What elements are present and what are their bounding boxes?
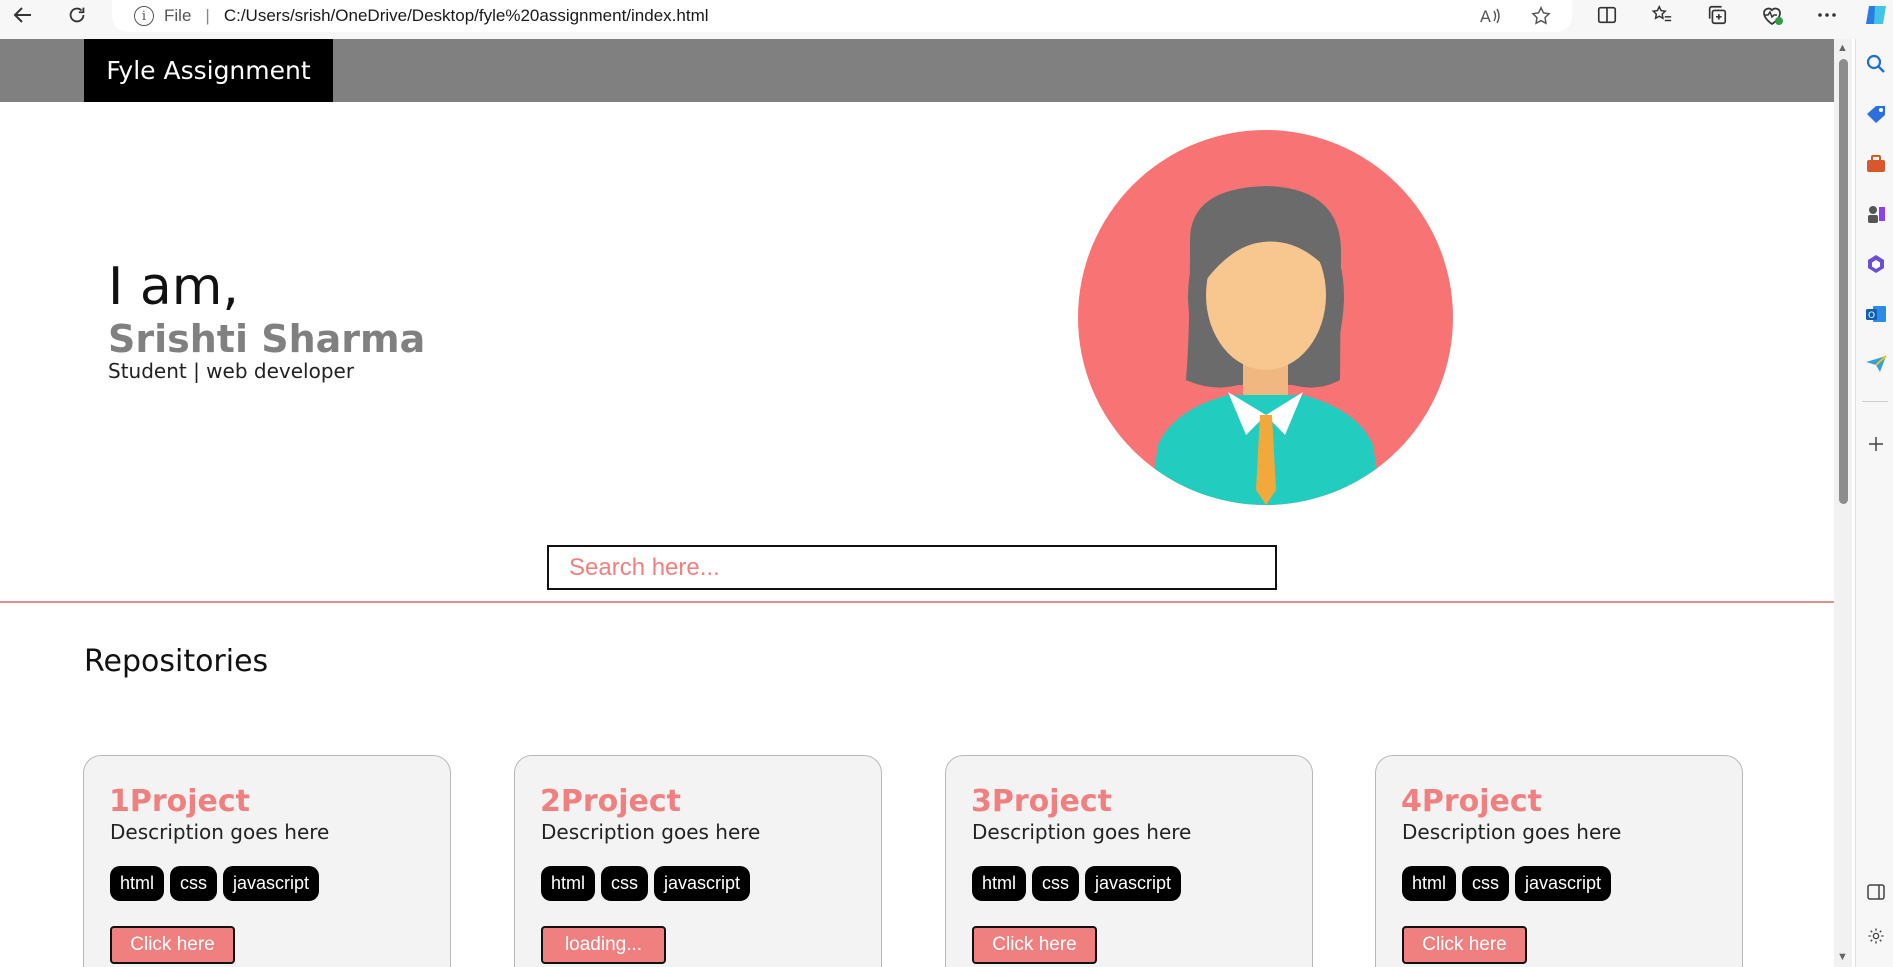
site-navbar: Fyle Assignment [0, 39, 1834, 102]
brand-logo[interactable]: Fyle Assignment [84, 39, 333, 102]
repo-tags: html css javascript [541, 866, 751, 901]
scrollbar-thumb[interactable] [1839, 59, 1848, 504]
browser-sidebar: O [1855, 39, 1893, 967]
sidebar-divider [1862, 401, 1888, 402]
info-icon[interactable]: i [134, 6, 154, 26]
repo-tags: html css javascript [1402, 866, 1612, 901]
repo-button[interactable]: loading... [541, 926, 666, 964]
url-text[interactable]: C:/Users/srish/OneDrive/Desktop/fyle%20a… [224, 6, 709, 26]
repo-description: Description goes here [1402, 820, 1622, 844]
address-separator: | [205, 6, 210, 25]
repo-card: 1Project Description goes here html css … [83, 755, 451, 967]
settings-gear-icon[interactable] [1865, 925, 1887, 947]
section-divider [0, 601, 1834, 603]
search-input[interactable]: Search here... [547, 545, 1277, 590]
tag-css: css [1462, 866, 1510, 901]
tag-javascript: javascript [1085, 866, 1182, 901]
games-icon[interactable] [1865, 203, 1887, 225]
refresh-icon[interactable] [62, 0, 92, 30]
hero-intro: I am, [108, 257, 239, 317]
tag-html: html [110, 866, 165, 901]
svg-text:O: O [1868, 311, 1875, 321]
address-bar[interactable]: i File | C:/Users/srish/OneDrive/Desktop… [112, 0, 1572, 32]
repositories-heading: Repositories [84, 644, 269, 679]
shopping-tag-icon[interactable] [1865, 103, 1887, 125]
hero-subtitle: Student | web developer [108, 359, 355, 383]
favorites-icon[interactable] [1647, 0, 1677, 30]
tools-icon[interactable] [1865, 153, 1887, 175]
page-scrollbar[interactable]: ▲ ▼ [1834, 39, 1852, 967]
hero-name: Srishti Sharma [108, 317, 426, 361]
tag-javascript: javascript [654, 866, 751, 901]
favorite-star-icon[interactable] [1530, 0, 1552, 32]
repo-description: Description goes here [110, 820, 330, 844]
repo-tags: html css javascript [110, 866, 320, 901]
repo-description: Description goes here [972, 820, 1192, 844]
more-menu-icon[interactable] [1812, 0, 1842, 30]
tag-css: css [1032, 866, 1080, 901]
repo-title: 3Project [971, 784, 1113, 819]
microsoft365-icon[interactable] [1865, 253, 1887, 275]
tag-html: html [972, 866, 1027, 901]
tag-css: css [170, 866, 218, 901]
profile-avatar [1078, 130, 1453, 505]
repo-card: 2Project Description goes here html css … [514, 755, 882, 967]
tag-css: css [601, 866, 649, 901]
tag-javascript: javascript [223, 866, 320, 901]
back-icon[interactable] [8, 0, 38, 30]
split-screen-icon[interactable] [1592, 0, 1622, 30]
scroll-down-arrow-icon[interactable]: ▼ [1837, 951, 1848, 963]
repo-button[interactable]: Click here [110, 926, 235, 964]
hide-sidebar-icon[interactable] [1865, 881, 1887, 903]
add-icon[interactable] [1865, 433, 1887, 455]
outlook-icon[interactable]: O [1865, 303, 1887, 325]
repo-tags: html css javascript [972, 866, 1182, 901]
repo-title: 2Project [540, 784, 682, 819]
repo-title: 4Project [1401, 784, 1543, 819]
copilot-icon[interactable] [1862, 0, 1890, 30]
repo-title: 1Project [109, 784, 251, 819]
browser-essentials-icon[interactable] [1757, 0, 1787, 30]
collections-icon[interactable] [1702, 0, 1732, 30]
tag-javascript: javascript [1515, 866, 1612, 901]
file-label: File [164, 6, 192, 25]
svg-text:A: A [1480, 7, 1491, 26]
search-icon[interactable] [1865, 53, 1887, 75]
read-aloud-icon[interactable]: A [1480, 0, 1502, 32]
repo-card: 4Project Description goes here html css … [1375, 755, 1743, 967]
tag-html: html [1402, 866, 1457, 901]
scroll-up-arrow-icon[interactable]: ▲ [1837, 42, 1848, 54]
browser-toolbar: i File | C:/Users/srish/OneDrive/Desktop… [0, 0, 1893, 39]
repo-button[interactable]: Click here [1402, 926, 1527, 964]
repo-button[interactable]: Click here [972, 926, 1097, 964]
page-viewport: Fyle Assignment I am, Srishti Sharma Stu… [0, 39, 1834, 967]
send-icon[interactable] [1865, 353, 1887, 375]
tag-html: html [541, 866, 596, 901]
repo-card: 3Project Description goes here html css … [945, 755, 1313, 967]
repo-description: Description goes here [541, 820, 761, 844]
